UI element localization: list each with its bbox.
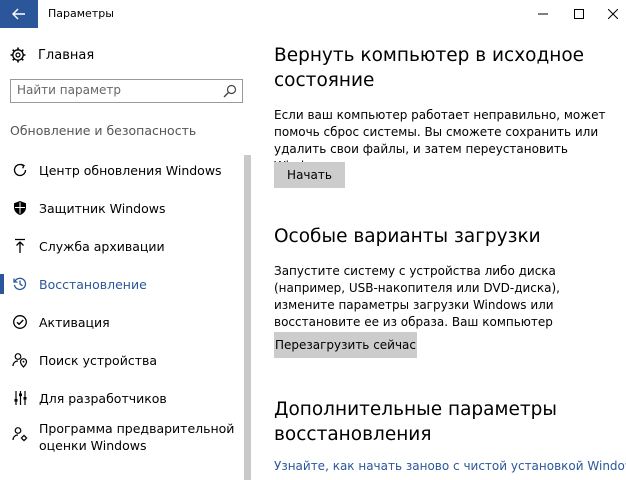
sidebar-item-label: Центр обновления Windows [39,162,222,178]
reset-heading: Вернуть компьютер в исходное состояние [274,45,585,91]
sliders-icon [12,390,28,406]
more-options-heading: Дополнительные параметры восстановления [274,399,557,445]
sidebar-item-label: Поиск устройства [39,352,158,368]
sidebar-item-label: Восстановление [39,276,147,292]
upload-arrow-icon [12,238,28,254]
advanced-startup-heading: Особые варианты загрузки [274,226,541,247]
back-arrow-icon [12,8,25,20]
main-content: Вернуть компьютер в исходное состояние Е… [258,28,626,480]
section-title: Обновление и безопасность [10,123,197,138]
sidebar: Главная Обновление и безопасность Центр … [0,28,257,480]
title-bar: Параметры [0,0,626,28]
sidebar-scrollbar[interactable] [244,155,251,480]
window-title: Параметры [48,7,114,20]
person-pin-icon [12,352,28,368]
gear-icon [10,47,26,63]
sidebar-item-label: Служба архивации [39,238,165,254]
sidebar-item-find-device[interactable]: Поиск устройства [0,344,244,376]
history-icon [12,276,28,292]
restart-now-button[interactable]: Перезагрузить сейчас [274,332,417,358]
sidebar-item-developers[interactable]: Для разработчиков [0,382,244,414]
sidebar-item-activation[interactable]: Активация [0,306,244,338]
back-button[interactable] [0,0,38,28]
sidebar-item-windows-defender[interactable]: Защитник Windows [0,192,244,224]
minimize-icon [538,13,548,15]
sidebar-item-label: Защитник Windows [39,200,166,216]
reset-start-button[interactable]: Начать [274,162,345,188]
check-circle-icon [12,314,28,330]
person-gear-icon [12,426,28,442]
refresh-icon [12,162,28,178]
shield-icon [12,200,28,216]
maximize-button[interactable] [562,0,596,28]
clean-install-link[interactable]: Узнайте, как начать заново с чистой уста… [274,459,626,473]
sidebar-item-windows-update[interactable]: Центр обновления Windows [0,154,244,186]
sidebar-item-backup[interactable]: Служба архивации [0,230,244,262]
search-input[interactable] [17,83,217,97]
close-icon [608,9,618,19]
search-icon[interactable] [223,84,237,98]
minimize-button[interactable] [526,0,560,28]
close-button[interactable] [596,0,626,28]
sidebar-item-label: Программа предварительной оценки Windows [39,421,235,453]
search-box [10,79,243,103]
home-nav-item[interactable]: Главная [10,45,94,65]
sidebar-item-label: Активация [39,314,110,330]
home-label: Главная [38,47,95,63]
sidebar-item-insider[interactable]: Программа предварительной оценки Windows [0,420,244,460]
sidebar-item-recovery[interactable]: Восстановление [0,268,244,300]
maximize-icon [574,9,584,19]
sidebar-item-label: Для разработчиков [39,390,167,406]
